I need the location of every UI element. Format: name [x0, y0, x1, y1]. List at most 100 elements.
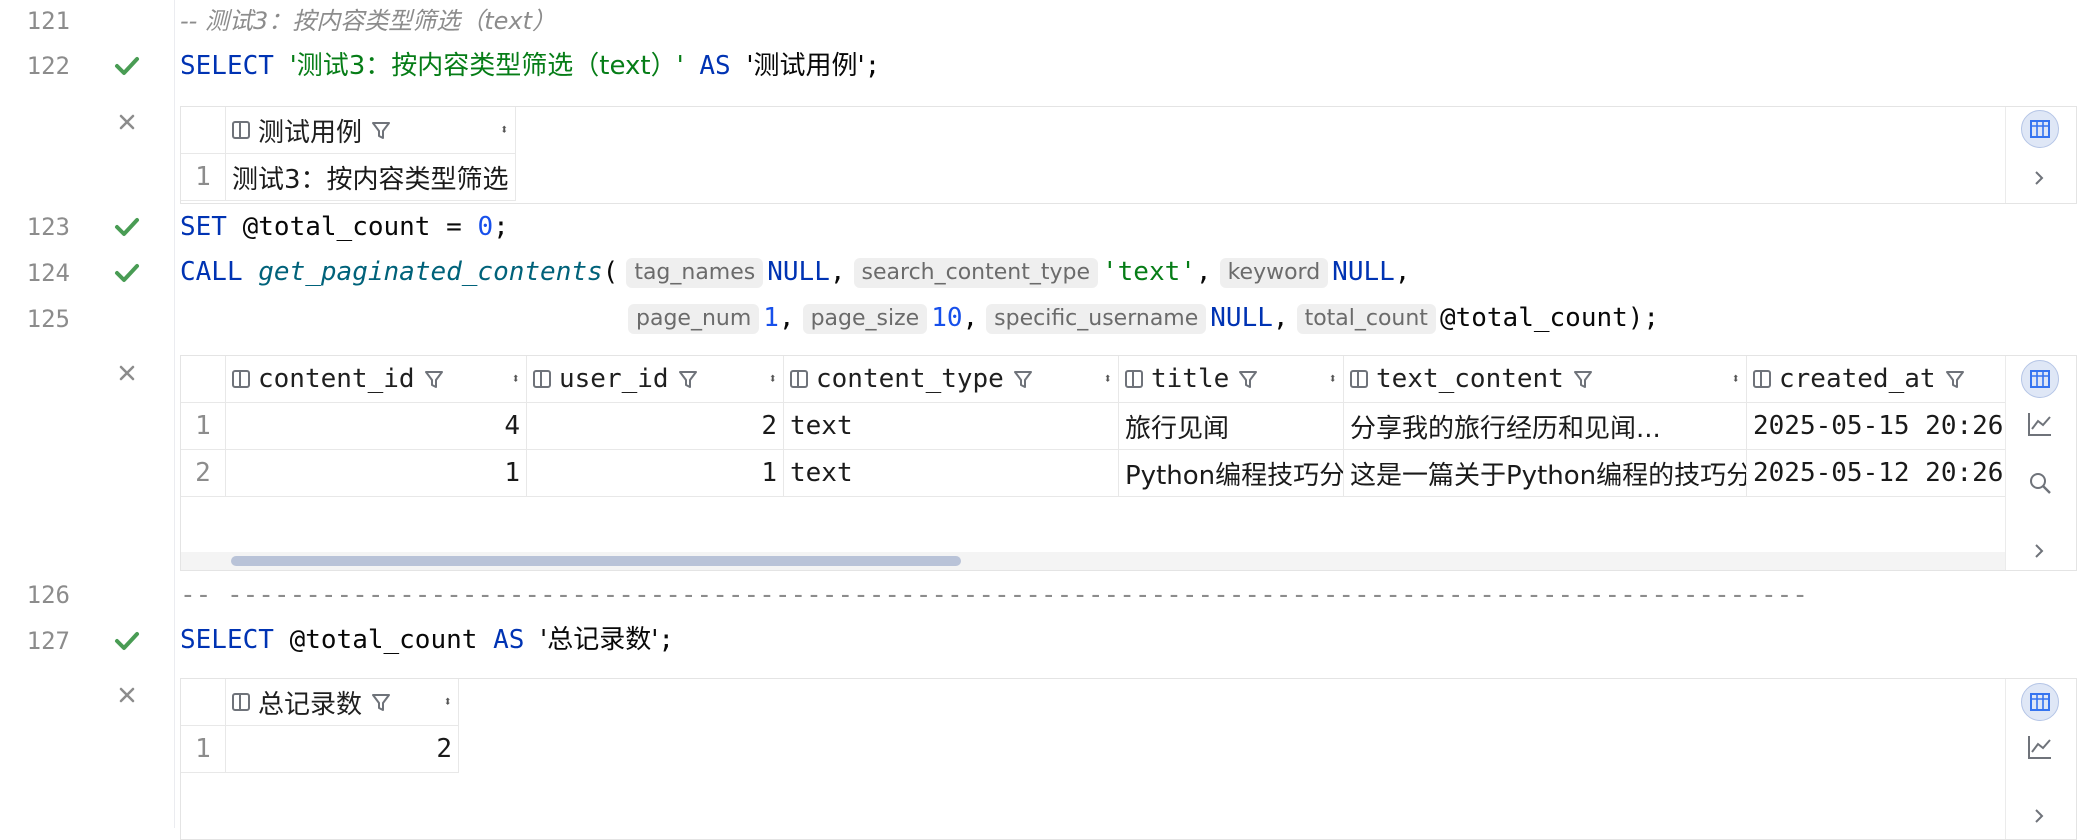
table-cell[interactable]: 1 [526, 449, 784, 497]
table-icon[interactable] [2021, 360, 2059, 398]
paren: ( [602, 257, 619, 287]
comma: , [1394, 257, 1411, 287]
filter-icon[interactable] [677, 368, 699, 390]
search-icon[interactable] [2027, 470, 2053, 500]
result-table-1: 测试用例 ⬍ 1 测试3：按内容类型筛选 [181, 107, 516, 201]
column-header[interactable]: content_type ⬍ [783, 356, 1119, 403]
param-hint: tag_names [626, 258, 764, 288]
filter-icon[interactable] [370, 119, 392, 141]
line-number: 123 [26, 213, 70, 241]
column-label: content_type [816, 364, 1004, 394]
table-cell[interactable]: 2025-05-15 20:26 [1746, 402, 2010, 450]
table-cell[interactable]: 分享我的旅行经历和见闻... [1343, 402, 1747, 450]
chevron-right-icon[interactable] [2030, 169, 2048, 191]
rownum-header [181, 679, 226, 726]
editor-gutter [0, 0, 175, 828]
chart-icon[interactable] [2026, 410, 2054, 442]
close-icon[interactable] [112, 358, 142, 388]
variable: @total_count [242, 212, 431, 242]
table-row[interactable]: 1 测试3：按内容类型筛选 [181, 153, 516, 201]
table-cell[interactable]: 2 [526, 402, 784, 450]
semicolon: ; [864, 51, 881, 81]
param-hint: keyword [1219, 258, 1329, 288]
table-cell[interactable]: 2025-05-12 20:26 [1746, 449, 2010, 497]
filter-icon[interactable] [1012, 368, 1034, 390]
filter-icon[interactable] [1572, 368, 1594, 390]
check-icon [112, 51, 142, 81]
table-cell[interactable]: 4 [225, 402, 527, 450]
line-number: 126 [26, 581, 70, 609]
table-cell[interactable]: 2 [225, 725, 459, 773]
row-number: 2 [181, 449, 226, 497]
table-cell[interactable]: text [783, 449, 1119, 497]
column-icon [1753, 370, 1771, 388]
comma: , [1195, 257, 1212, 287]
sql-statement-124[interactable]: CALL get_paginated_contents(tag_names NUL… [180, 255, 1410, 289]
line-number: 127 [26, 627, 70, 655]
horizontal-scrollbar-track [181, 552, 2005, 570]
number-literal: 0 [477, 212, 494, 242]
column-header[interactable]: title ⬍ [1118, 356, 1344, 403]
table-icon[interactable] [2021, 110, 2059, 148]
keyword-select: SELECT [180, 51, 274, 81]
close-icon[interactable] [112, 680, 142, 710]
table-row[interactable]: 1 2 [181, 725, 459, 773]
table-row[interactable]: 1 4 2 text 旅行见闻 分享我的旅行经历和见闻... 2025-05-1… [181, 402, 2010, 450]
sql-statement-122[interactable]: SELECT '测试3：按内容类型筛选（text）' AS '测试用例'; [180, 49, 880, 83]
column-icon [1125, 370, 1143, 388]
column-label: 测试用例 [258, 117, 363, 148]
table-cell[interactable]: 旅行见闻 [1118, 402, 1344, 450]
null-literal: NULL [1332, 257, 1395, 287]
column-header[interactable]: text_content ⬍ [1343, 356, 1747, 403]
filter-icon[interactable] [1237, 368, 1259, 390]
column-icon [232, 370, 250, 388]
sql-statement-127[interactable]: SELECT @total_count AS '总记录数'; [180, 623, 674, 657]
sql-statement-125[interactable]: page_num 1, page_size 10, specific_username N… [620, 301, 1659, 335]
filter-icon[interactable] [370, 691, 392, 713]
sort-icon[interactable]: ⬍ [444, 695, 452, 709]
sql-comment: -- 测试3：按内容类型筛选（text） [180, 7, 557, 35]
row-number: 1 [181, 402, 226, 450]
filter-icon[interactable] [1944, 368, 1966, 390]
horizontal-scrollbar-thumb[interactable] [231, 556, 961, 566]
chart-icon[interactable] [2026, 733, 2054, 765]
keyword-call: CALL [180, 257, 243, 287]
table-cell[interactable]: text [783, 402, 1119, 450]
column-header[interactable]: created_at [1746, 356, 2010, 403]
comma: , [962, 303, 979, 333]
table-row[interactable]: 2 1 1 text Python编程技巧分 这是一篇关于Python编程的技巧… [181, 449, 2010, 497]
column-header[interactable]: 测试用例 ⬍ [225, 107, 516, 154]
row-number: 1 [181, 153, 226, 201]
result-grid-1: 测试用例 ⬍ 1 测试3：按内容类型筛选 [180, 106, 2077, 204]
result-table-3: 总记录数 ⬍ 1 2 [181, 679, 459, 773]
table-cell[interactable]: 这是一篇关于Python编程的技巧分 [1343, 449, 1747, 497]
sort-icon[interactable]: ⬍ [1732, 372, 1740, 386]
table-cell[interactable]: 1 [225, 449, 527, 497]
column-icon [790, 370, 808, 388]
table-icon[interactable] [2021, 683, 2059, 721]
procedure-name[interactable]: get_paginated_contents [258, 257, 602, 287]
table-cell[interactable]: 测试3：按内容类型筛选 [225, 153, 516, 201]
sort-icon[interactable]: ⬍ [1104, 372, 1112, 386]
semicolon: ; [493, 212, 509, 242]
keyword-select: SELECT [180, 625, 274, 655]
close-icon[interactable] [112, 107, 142, 137]
sort-icon[interactable]: ⬍ [512, 372, 520, 386]
column-icon [1350, 370, 1368, 388]
sql-statement-123[interactable]: SET @total_count = 0; [180, 210, 509, 244]
result-table-2: content_id ⬍ user_id ⬍ content_type ⬍ ti… [181, 356, 2010, 497]
sort-icon[interactable]: ⬍ [500, 123, 508, 137]
sort-icon[interactable]: ⬍ [769, 372, 777, 386]
comma: , [1272, 303, 1289, 333]
operator: = [446, 212, 462, 242]
column-label: title [1151, 364, 1230, 394]
column-header[interactable]: 总记录数 ⬍ [225, 679, 459, 726]
check-icon [112, 258, 142, 288]
chevron-right-icon[interactable] [2030, 807, 2048, 829]
sort-icon[interactable]: ⬍ [1329, 372, 1337, 386]
filter-icon[interactable] [423, 368, 445, 390]
table-cell[interactable]: Python编程技巧分 [1118, 449, 1344, 497]
column-header[interactable]: content_id ⬍ [225, 356, 527, 403]
column-header[interactable]: user_id ⬍ [526, 356, 784, 403]
chevron-right-icon[interactable] [2030, 542, 2048, 564]
